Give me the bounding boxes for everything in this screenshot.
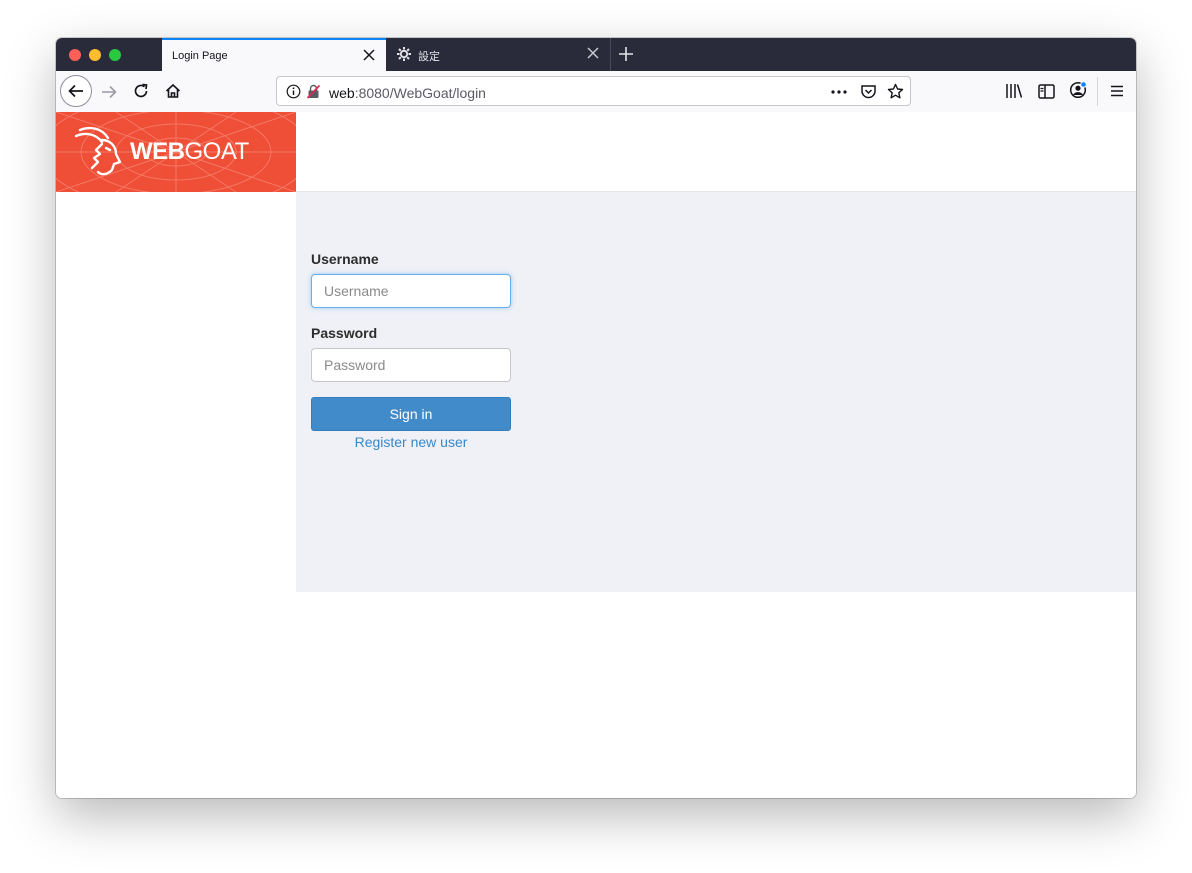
- back-button[interactable]: [60, 75, 92, 107]
- register-link[interactable]: Register new user: [311, 434, 511, 450]
- gear-icon: [396, 46, 412, 62]
- close-icon[interactable]: [362, 48, 376, 62]
- menu-icon[interactable]: [1107, 81, 1127, 101]
- logo-goat: GOAT: [184, 138, 250, 165]
- tab-label: Login Page: [172, 50, 228, 62]
- password-input[interactable]: [311, 348, 511, 382]
- sidebar-icon[interactable]: [1036, 81, 1056, 101]
- sign-in-button[interactable]: Sign in: [311, 397, 511, 431]
- goat-icon: [74, 126, 122, 176]
- window-close-button[interactable]: [69, 49, 81, 61]
- reload-icon[interactable]: [130, 80, 152, 102]
- window-maximize-button[interactable]: [109, 49, 121, 61]
- forward-button[interactable]: [98, 81, 120, 103]
- tab-strip: Login Page 設定: [56, 38, 1136, 71]
- tab-label: 設定: [418, 51, 440, 63]
- url-path: :8080/WebGoat/login: [354, 85, 486, 101]
- address-bar[interactable]: web:8080/WebGoat/login: [276, 76, 911, 106]
- nav-toolbar: web:8080/WebGoat/login: [56, 71, 1136, 113]
- pocket-icon[interactable]: [859, 82, 877, 100]
- account-icon[interactable]: [1068, 80, 1088, 100]
- library-icon[interactable]: [1004, 81, 1024, 101]
- browser-window: Login Page 設定 web:8080/WebGoat/login WEB…: [56, 38, 1136, 798]
- logo-text: WEBGOAT: [130, 138, 249, 166]
- password-label: Password: [311, 325, 378, 341]
- info-icon[interactable]: [285, 83, 301, 99]
- new-tab-button[interactable]: [616, 44, 636, 64]
- logo-web: WEB: [130, 138, 185, 165]
- username-label: Username: [311, 251, 379, 267]
- webgoat-logo[interactable]: WEBGOAT: [56, 112, 296, 192]
- insecure-lock-icon[interactable]: [305, 83, 321, 99]
- login-panel: Username Password Sign in Register new u…: [296, 192, 1136, 592]
- tab-login-page[interactable]: Login Page: [162, 38, 386, 71]
- page-content: WEBGOAT Username Password Sign in Regist…: [56, 112, 1136, 798]
- window-minimize-button[interactable]: [89, 49, 101, 61]
- toolbar-divider: [1097, 77, 1098, 106]
- url-host: web: [329, 85, 355, 101]
- home-icon[interactable]: [162, 80, 184, 102]
- more-actions-icon[interactable]: [830, 84, 848, 100]
- username-input[interactable]: [311, 274, 511, 308]
- close-icon[interactable]: [586, 46, 600, 60]
- tab-settings[interactable]: 設定: [386, 38, 611, 71]
- url-text[interactable]: web:8080/WebGoat/login: [329, 85, 486, 101]
- bookmark-star-icon[interactable]: [886, 82, 904, 100]
